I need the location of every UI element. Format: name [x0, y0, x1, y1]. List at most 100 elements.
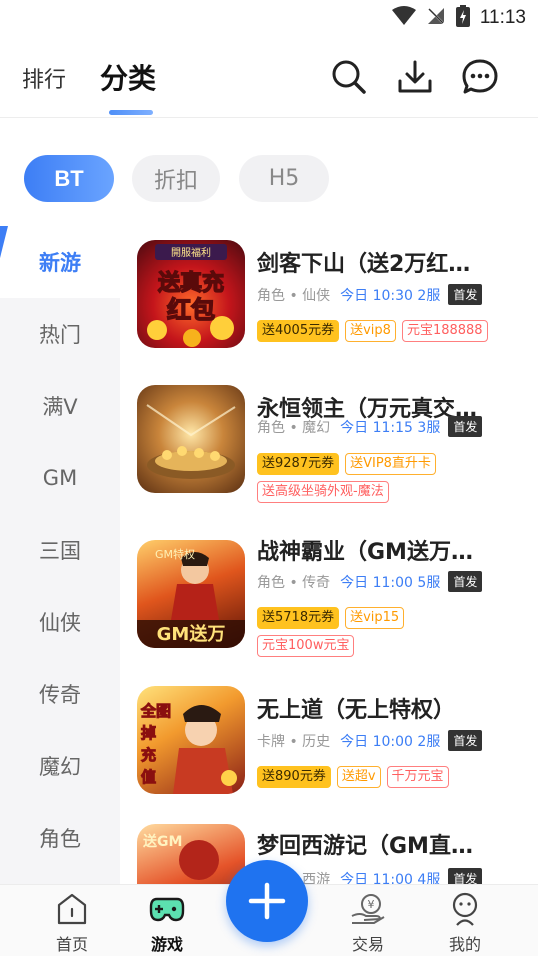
first-release-badge: 首发	[448, 730, 483, 751]
game-meta: 卡牌 • 历史 今日 10:00 2服 首发	[257, 730, 483, 751]
icon-subtext: GM特权	[155, 547, 195, 561]
status-bar: 11:13	[0, 0, 538, 36]
game-icon: 送GM	[137, 824, 245, 884]
category-sidebar: 新游 热门 满V GM 三国 仙侠 传奇 魔幻 角色	[0, 226, 120, 884]
game-tags: 送5718元券 送vip15 元宝100w元宝	[257, 607, 507, 657]
sidebar-item-xianxia[interactable]: 仙侠	[0, 586, 120, 658]
first-release-badge: 首发	[448, 284, 483, 305]
icon-text: 送GM	[142, 833, 182, 850]
nav-label: 首页	[55, 935, 88, 954]
no-signal-icon	[426, 6, 446, 30]
game-title: 梦回西游记（GM直…	[257, 834, 473, 859]
search-icon[interactable]	[329, 57, 369, 97]
battery-icon	[455, 5, 470, 31]
game-genre: 角色 • 传奇	[257, 574, 331, 591]
sidebar-item-label: 传奇	[39, 683, 81, 707]
bonus-tag: 千万元宝	[386, 766, 449, 788]
server-open-time: 今日 11:15 3服	[340, 419, 441, 436]
bonus-tag: 元宝188888	[401, 320, 488, 342]
sidebar-item-fantasy[interactable]: 魔幻	[0, 730, 120, 802]
nav-trade[interactable]: ¥ 交易	[328, 885, 408, 956]
active-tab-indicator	[109, 110, 153, 115]
sidebar-item-label: 仙侠	[39, 611, 81, 635]
nav-home[interactable]: 首页	[32, 885, 112, 956]
filter-chip-h5[interactable]: H5	[239, 155, 329, 202]
sidebar-item-gm[interactable]: GM	[0, 442, 120, 514]
bonus-tag: 元宝100w元宝	[257, 635, 355, 657]
vip-tag: 送vip15	[345, 607, 405, 629]
gamepad-icon	[147, 891, 187, 927]
sidebar-item-three-kingdoms[interactable]: 三国	[0, 514, 120, 586]
game-item[interactable]: GM送万 GM特权 战神霸业（GM送万… 角色 • 传奇 今日 11:00 5服…	[120, 540, 538, 685]
icon-text: GM送万	[157, 623, 226, 645]
game-tags: 送9287元券 送VIP8直升卡 送高级坐骑外观-魔法	[257, 453, 507, 503]
vip-tag: 送vip8	[345, 320, 396, 342]
filter-chip-discount[interactable]: 折扣	[132, 155, 220, 202]
game-item[interactable]: 送GM 梦回西游记（GM直… 角色 • 西游 今日 11:00 4服 首发	[120, 824, 538, 884]
game-icon: 開服福利 送真充 红包	[137, 240, 245, 348]
svg-text:充: 充	[141, 746, 156, 764]
message-icon[interactable]	[460, 57, 500, 97]
game-meta: 角色 • 魔幻 今日 11:15 3服 首发	[257, 416, 483, 437]
server-open-time: 今日 11:00 4服	[340, 871, 441, 885]
download-icon[interactable]	[395, 57, 435, 97]
tab-ranking[interactable]: 排行	[22, 62, 66, 94]
wifi-icon	[391, 6, 416, 30]
game-icon: 全图 掉 充 值	[137, 686, 245, 794]
status-time: 11:13	[479, 7, 526, 28]
first-release-badge: 首发	[448, 571, 483, 592]
game-tags: 送4005元券 送vip8 元宝188888	[257, 320, 507, 342]
svg-text:红包: 红包	[167, 296, 215, 324]
nav-label: 游戏	[150, 935, 183, 954]
svg-text:送真充: 送真充	[158, 270, 224, 296]
coupon-tag: 送5718元券	[257, 607, 340, 629]
game-genre: 角色 • 魔幻	[257, 419, 331, 436]
game-icon: GM送万 GM特权	[137, 540, 245, 648]
coupon-tag: 送9287元券	[257, 453, 340, 475]
plus-icon	[248, 882, 286, 920]
trade-icon: ¥	[348, 891, 388, 927]
nav-label: 我的	[448, 935, 481, 954]
sidebar-item-label: GM	[42, 466, 78, 490]
sidebar-item-label: 魔幻	[39, 755, 81, 779]
sidebar-item-legend[interactable]: 传奇	[0, 658, 120, 730]
game-item[interactable]: 開服福利 送真充 红包 剑客下山（送2万红… 角色 • 仙侠 今日 10:30 …	[120, 240, 538, 385]
sidebar-item-rpg[interactable]: 角色	[0, 802, 120, 874]
game-genre: 角色 • 仙侠	[257, 287, 331, 304]
svg-text:值: 值	[141, 768, 156, 786]
vip-tag: 送VIP8直升卡	[345, 453, 436, 475]
sidebar-item-label: 新游	[39, 251, 81, 275]
svg-text:掉: 掉	[141, 724, 156, 742]
server-open-time: 今日 11:00 5服	[340, 574, 441, 591]
svg-text:¥: ¥	[368, 898, 375, 911]
nav-label: 交易	[351, 935, 384, 954]
game-title: 剑客下山（送2万红…	[257, 252, 471, 277]
first-release-badge: 首发	[448, 416, 483, 437]
svg-text:全图: 全图	[140, 702, 171, 720]
game-item[interactable]: 全图 掉 充 值 无上道（无上特权） 卡牌 • 历史 今日 10:00 2服 首…	[120, 686, 538, 831]
filter-chip-bt[interactable]: BT	[24, 155, 114, 202]
sidebar-item-label: 满V	[42, 395, 78, 419]
home-icon	[52, 891, 92, 927]
nav-profile[interactable]: 我的	[425, 885, 505, 956]
game-icon	[137, 385, 245, 493]
sidebar-item-maxv[interactable]: 满V	[0, 370, 120, 442]
game-title: 无上道（无上特权）	[257, 698, 456, 723]
sidebar-item-hot[interactable]: 热门	[0, 298, 120, 370]
bonus-tag: 送高级坐骑外观-魔法	[257, 481, 389, 503]
game-title: 战神霸业（GM送万…	[257, 540, 473, 565]
sidebar-item-label: 角色	[39, 827, 81, 851]
add-fab-button[interactable]	[226, 860, 308, 942]
coupon-tag: 送4005元券	[257, 320, 340, 342]
tab-category[interactable]: 分类	[100, 57, 156, 97]
vip-tag: 送超v	[336, 766, 381, 788]
top-header: 排行 分类	[0, 36, 538, 118]
coupon-tag: 送890元券	[257, 766, 331, 788]
game-item[interactable]: 永恒领主（万元真交… 角色 • 魔幻 今日 11:15 3服 首发 送9287元…	[120, 385, 538, 530]
game-genre: 卡牌 • 历史	[257, 733, 331, 750]
sidebar-item-label: 三国	[39, 539, 81, 563]
nav-games[interactable]: 游戏	[127, 885, 207, 956]
sidebar-active-indicator	[0, 226, 8, 266]
sidebar-item-new[interactable]: 新游	[0, 226, 120, 298]
sidebar-item-label: 热门	[39, 323, 81, 347]
